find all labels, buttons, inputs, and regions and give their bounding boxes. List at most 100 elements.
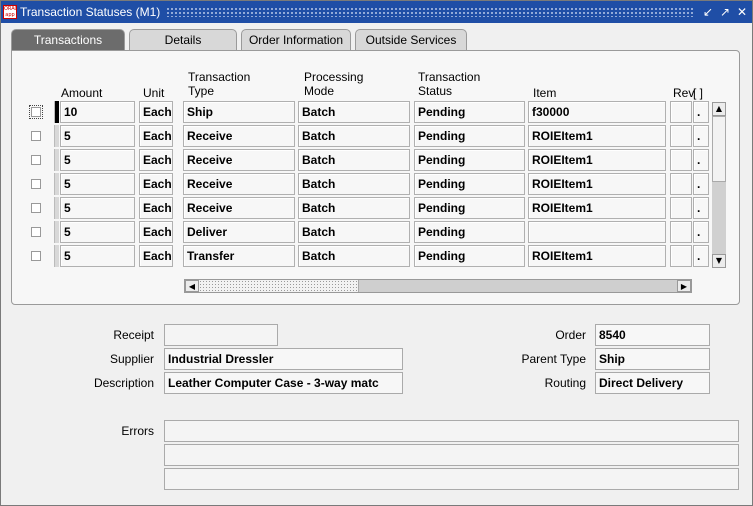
tab-order-information[interactable]: Order Information [241,29,351,51]
extra-cell[interactable]: . [693,245,709,267]
amount-cell[interactable]: 10 [60,101,135,123]
extra-cell[interactable]: . [693,125,709,147]
amount-cell[interactable]: 5 [60,245,135,267]
row-indicator[interactable] [54,197,59,219]
processing-mode-cell[interactable]: Batch [298,197,410,219]
row-indicator[interactable] [54,221,59,243]
transaction-type-cell[interactable]: Receive [183,197,295,219]
transaction-type-cell[interactable]: Ship [183,101,295,123]
rev-cell[interactable] [670,173,692,195]
horizontal-scrollbar[interactable]: ◀ ▶ [184,279,692,293]
scroll-up-icon[interactable]: ▲ [712,102,726,116]
row-select-checkbox[interactable] [31,155,41,165]
transaction-status-cell[interactable]: Pending [414,149,525,171]
rev-cell[interactable] [670,221,692,243]
row-indicator[interactable] [54,173,59,195]
item-cell[interactable]: ROIEItem1 [528,245,666,267]
unit-cell[interactable]: Each [139,101,173,123]
transaction-type-cell[interactable]: Transfer [183,245,295,267]
unit-cell[interactable]: Each [139,245,173,267]
processing-mode-cell[interactable]: Batch [298,101,410,123]
tab-details[interactable]: Details [129,29,237,51]
transaction-type-cell[interactable]: Receive [183,125,295,147]
unit-cell[interactable]: Each [139,125,173,147]
item-cell[interactable]: ROIEItem1 [528,197,666,219]
amount-cell[interactable]: 5 [60,221,135,243]
transaction-type-cell[interactable]: Receive [183,149,295,171]
transaction-status-cell[interactable]: Pending [414,245,525,267]
row-select-checkbox[interactable] [31,203,41,213]
errors-field[interactable] [164,468,739,490]
scroll-down-icon[interactable]: ▼ [712,254,726,268]
scroll-right-icon[interactable]: ▶ [677,280,691,292]
rev-cell[interactable] [670,197,692,219]
rev-cell[interactable] [670,101,692,123]
unit-cell[interactable]: Each [139,221,173,243]
extra-cell[interactable]: . [693,221,709,243]
header-extra: [ ] [693,86,704,100]
header-transaction-status: Transaction Status [418,70,481,98]
order-field[interactable]: 8540 [595,324,710,346]
close-icon[interactable]: ✕ [735,5,749,19]
item-cell[interactable]: f30000 [528,101,666,123]
tab-transactions[interactable]: Transactions [11,29,125,51]
vertical-scroll-thumb[interactable] [712,116,726,182]
amount-cell[interactable]: 5 [60,173,135,195]
transaction-status-cell[interactable]: Pending [414,125,525,147]
description-field[interactable]: Leather Computer Case - 3-way matc [164,372,403,394]
item-cell[interactable]: ROIEItem1 [528,149,666,171]
minimize-icon[interactable]: ↙ [701,5,715,19]
item-cell[interactable] [528,221,666,243]
transaction-status-cell[interactable]: Pending [414,173,525,195]
amount-cell[interactable]: 5 [60,197,135,219]
transaction-type-cell[interactable]: Deliver [183,221,295,243]
unit-cell[interactable]: Each [139,173,173,195]
processing-mode-cell[interactable]: Batch [298,245,410,267]
processing-mode-cell[interactable]: Batch [298,149,410,171]
row-select-checkbox[interactable] [29,105,43,119]
transaction-type-cell[interactable]: Receive [183,173,295,195]
window-title: Transaction Statuses (M1) [20,5,161,19]
row-select-checkbox[interactable] [31,251,41,261]
horizontal-scroll-thumb[interactable] [199,280,359,292]
extra-cell[interactable]: . [693,173,709,195]
item-cell[interactable]: ROIEItem1 [528,125,666,147]
row-indicator[interactable] [54,125,59,147]
unit-cell[interactable]: Each [139,197,173,219]
processing-mode-cell[interactable]: Batch [298,221,410,243]
row-select-checkbox[interactable] [31,131,41,141]
amount-cell[interactable]: 5 [60,149,135,171]
vertical-scrollbar[interactable]: ▲ ▼ [712,102,726,268]
rev-cell[interactable] [670,245,692,267]
extra-cell[interactable]: . [693,149,709,171]
maximize-icon[interactable]: ↗ [718,5,732,19]
row-select-checkbox[interactable] [31,227,41,237]
errors-field[interactable] [164,444,739,466]
routing-field[interactable]: Direct Delivery [595,372,710,394]
unit-cell[interactable]: Each [139,149,173,171]
rev-cell[interactable] [670,125,692,147]
scroll-left-icon[interactable]: ◀ [185,280,199,292]
item-cell[interactable]: ROIEItem1 [528,173,666,195]
row-select-checkbox[interactable] [31,179,41,189]
oracle-logo-icon: ORACLEapp [3,5,17,19]
title-bar[interactable]: ORACLEapp Transaction Statuses (M1) ↙ ↗ … [1,1,752,23]
processing-mode-cell[interactable]: Batch [298,173,410,195]
receipt-field[interactable] [164,324,278,346]
rev-cell[interactable] [670,149,692,171]
order-label: Order [555,328,586,342]
processing-mode-cell[interactable]: Batch [298,125,410,147]
parent-type-field[interactable]: Ship [595,348,710,370]
extra-cell[interactable]: . [693,197,709,219]
transaction-status-cell[interactable]: Pending [414,101,525,123]
row-indicator[interactable] [54,149,59,171]
transaction-status-cell[interactable]: Pending [414,197,525,219]
tab-outside-services[interactable]: Outside Services [355,29,467,51]
supplier-field[interactable]: Industrial Dressler [164,348,403,370]
row-indicator[interactable] [54,245,59,267]
amount-cell[interactable]: 5 [60,125,135,147]
current-row-indicator[interactable] [54,101,59,123]
transaction-status-cell[interactable]: Pending [414,221,525,243]
extra-cell[interactable]: . [693,101,709,123]
errors-field[interactable] [164,420,739,442]
